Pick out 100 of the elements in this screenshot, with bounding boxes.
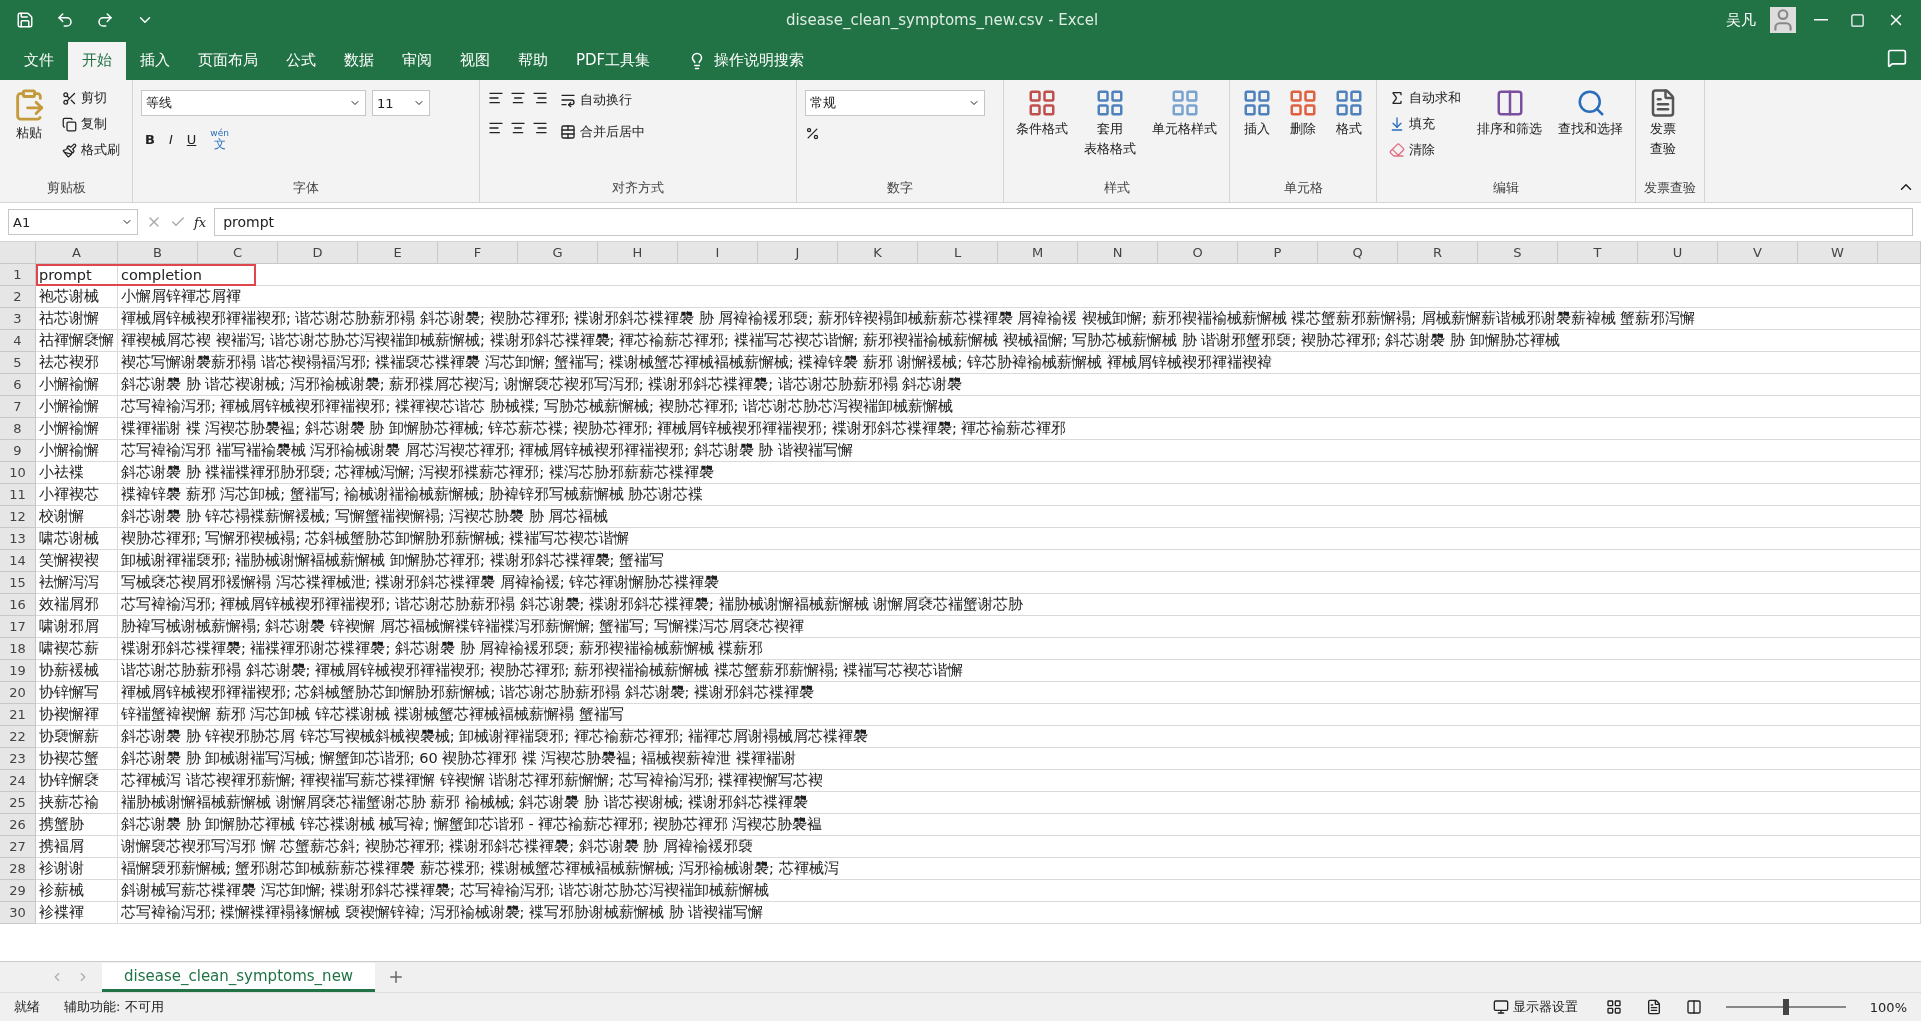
row-header[interactable]: 5: [0, 352, 36, 374]
underline-button[interactable]: U: [182, 129, 201, 150]
name-box[interactable]: A1: [8, 209, 138, 235]
row-header[interactable]: 14: [0, 550, 36, 572]
column-header[interactable]: G: [518, 242, 598, 264]
column-header[interactable]: E: [358, 242, 438, 264]
row-header[interactable]: 30: [0, 902, 36, 924]
row-header[interactable]: 22: [0, 726, 36, 748]
row-header[interactable]: 12: [0, 506, 36, 528]
fill-button[interactable]: 填充: [1385, 112, 1465, 136]
menu-tab[interactable]: 插入: [126, 42, 184, 80]
row-header[interactable]: 3: [0, 308, 36, 330]
column-header[interactable]: U: [1638, 242, 1718, 264]
invoice-check-button[interactable]: 发票 查验: [1644, 86, 1682, 175]
normal-view-icon[interactable]: [1605, 999, 1622, 1015]
sheet-tab[interactable]: disease_clean_symptoms_new: [102, 962, 376, 992]
menu-tab[interactable]: 数据: [330, 42, 388, 80]
italic-button[interactable]: I: [164, 129, 177, 150]
cell-styles-button[interactable]: 单元格样式: [1148, 86, 1221, 175]
menu-tab[interactable]: 视图: [446, 42, 504, 80]
paste-button[interactable]: 粘贴: [8, 86, 50, 175]
row-header[interactable]: 18: [0, 638, 36, 660]
row-header[interactable]: 2: [0, 286, 36, 308]
find-select-button[interactable]: 查找和选择: [1554, 86, 1627, 175]
row-header[interactable]: 24: [0, 770, 36, 792]
column-header[interactable]: H: [598, 242, 678, 264]
merge-center-button[interactable]: 合并后居中: [556, 120, 649, 144]
tell-me-search[interactable]: 操作说明搜索: [674, 42, 819, 80]
accessibility-status[interactable]: 辅助功能: 不可用: [64, 998, 164, 1016]
insert-button[interactable]: 插入: [1238, 86, 1276, 175]
cut-button[interactable]: 剪切: [58, 86, 124, 110]
align-top-icon[interactable]: [488, 90, 504, 106]
delete-button[interactable]: 删除: [1284, 86, 1322, 175]
row-header[interactable]: 8: [0, 418, 36, 440]
column-header[interactable]: L: [918, 242, 998, 264]
column-header[interactable]: W: [1798, 242, 1878, 264]
row-header[interactable]: 15: [0, 572, 36, 594]
column-header[interactable]: C: [198, 242, 278, 264]
column-header[interactable]: S: [1478, 242, 1558, 264]
column-header[interactable]: T: [1558, 242, 1638, 264]
font-name-field[interactable]: 等线: [141, 90, 366, 116]
row-header[interactable]: 16: [0, 594, 36, 616]
column-header[interactable]: D: [278, 242, 358, 264]
row-header[interactable]: 23: [0, 748, 36, 770]
phonetic-button[interactable]: wén 文: [206, 126, 233, 153]
bold-button[interactable]: B: [141, 129, 159, 150]
clear-button[interactable]: 清除: [1385, 138, 1465, 162]
function-label[interactable]: fx: [194, 214, 207, 230]
row-header[interactable]: 25: [0, 792, 36, 814]
menu-tab[interactable]: PDF工具集: [562, 42, 665, 80]
row-header[interactable]: 29: [0, 880, 36, 902]
column-header[interactable]: M: [998, 242, 1078, 264]
row-header[interactable]: 1: [0, 264, 36, 286]
row-header[interactable]: 27: [0, 836, 36, 858]
autosum-button[interactable]: 自动求和: [1385, 86, 1465, 110]
sort-filter-button[interactable]: 排序和筛选: [1473, 86, 1546, 175]
zoom-thumb[interactable]: [1782, 999, 1789, 1015]
copy-button[interactable]: 复制: [58, 112, 124, 136]
menu-tab[interactable]: 页面布局: [184, 42, 272, 80]
column-header[interactable]: O: [1158, 242, 1238, 264]
row-header[interactable]: 20: [0, 682, 36, 704]
font-size-field[interactable]: 11: [372, 90, 430, 116]
column-header[interactable]: B: [118, 242, 198, 264]
align-left-icon[interactable]: [488, 120, 504, 136]
menu-tab[interactable]: 帮助: [504, 42, 562, 80]
formula-field[interactable]: prompt: [214, 208, 1913, 236]
row-header[interactable]: 21: [0, 704, 36, 726]
align-center-icon[interactable]: [510, 120, 526, 136]
column-header[interactable]: A: [36, 242, 118, 264]
row-header[interactable]: 11: [0, 484, 36, 506]
row-header[interactable]: 19: [0, 660, 36, 682]
format-button[interactable]: 格式: [1330, 86, 1368, 175]
row-header[interactable]: 10: [0, 462, 36, 484]
column-header[interactable]: K: [838, 242, 918, 264]
column-header[interactable]: V: [1718, 242, 1798, 264]
row-header[interactable]: 17: [0, 616, 36, 638]
align-middle-icon[interactable]: [510, 90, 526, 106]
column-header[interactable]: J: [758, 242, 838, 264]
column-header[interactable]: I: [678, 242, 758, 264]
column-header[interactable]: Q: [1318, 242, 1398, 264]
row-header[interactable]: 6: [0, 374, 36, 396]
wrap-text-button[interactable]: 自动换行: [556, 88, 649, 112]
align-bottom-icon[interactable]: [532, 90, 548, 106]
format-painter-button[interactable]: 格式刷: [58, 138, 124, 162]
display-settings-button[interactable]: 显示器设置: [1488, 995, 1582, 1019]
row-header[interactable]: 7: [0, 396, 36, 418]
column-header[interactable]: P: [1238, 242, 1318, 264]
column-header[interactable]: N: [1078, 242, 1158, 264]
menu-tab[interactable]: 公式: [272, 42, 330, 80]
align-right-icon[interactable]: [532, 120, 548, 136]
row-header[interactable]: 9: [0, 440, 36, 462]
conditional-format-button[interactable]: 条件格式: [1012, 86, 1072, 175]
menu-tab[interactable]: 开始: [68, 42, 126, 80]
menu-tab[interactable]: 文件: [10, 42, 68, 80]
number-format-field[interactable]: 常规: [805, 90, 985, 116]
menu-tab[interactable]: 审阅: [388, 42, 446, 80]
row-header[interactable]: 28: [0, 858, 36, 880]
format-table-button[interactable]: 套用 表格格式: [1080, 86, 1140, 175]
column-header[interactable]: R: [1398, 242, 1478, 264]
page-layout-icon[interactable]: [1645, 999, 1662, 1015]
